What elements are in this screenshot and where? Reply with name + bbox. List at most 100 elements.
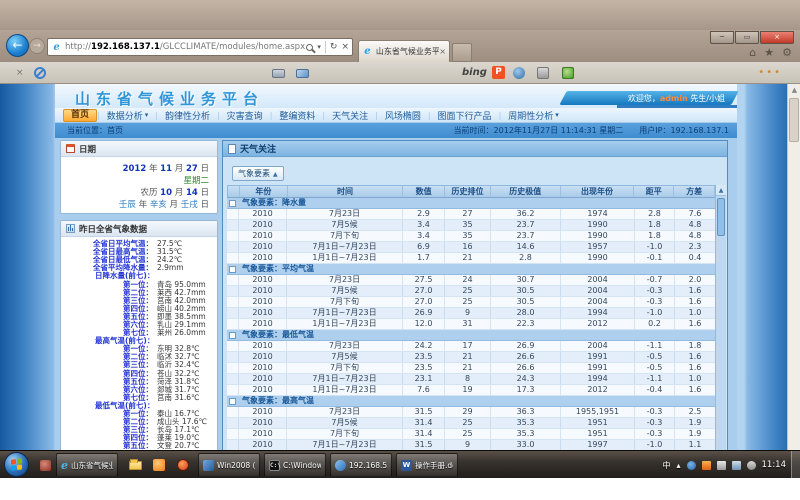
nav-item-7[interactable]: 图面下行产品	[431, 109, 499, 122]
action-center-flag-icon[interactable]	[717, 461, 726, 470]
taskbar-window-2[interactable]: C:\C:\Windows\s...	[264, 453, 326, 477]
forward-button[interactable]: →	[29, 38, 45, 54]
explorer-folder-icon[interactable]	[124, 453, 146, 477]
pinned-app-icon[interactable]	[34, 453, 56, 477]
table-cell: 4.8	[675, 220, 716, 230]
nav-item-3[interactable]: 灾害查询	[220, 109, 270, 122]
table-cell: 2012	[561, 385, 635, 395]
start-button[interactable]	[4, 452, 29, 477]
mail-icon[interactable]	[296, 69, 309, 78]
scrollbar-thumb[interactable]	[789, 98, 799, 142]
table-cell: 1994	[561, 308, 635, 318]
table-group-row[interactable]: 气象要素：平均气温	[227, 264, 716, 275]
panel-scroll-up-icon[interactable]: ▲	[716, 185, 726, 196]
nav-item-0[interactable]: 首页	[63, 109, 97, 122]
tools-icon[interactable]	[537, 67, 549, 79]
home-icon[interactable]: ⌂	[749, 46, 756, 59]
browser-tab[interactable]: e 山东省气候业务平... ×	[358, 40, 450, 62]
window-controls: ─ ▭ ×	[710, 31, 794, 44]
toolbar-close-icon[interactable]: ×	[16, 68, 24, 78]
table-row: 20107月5候31.42535.31951-0.31.9	[227, 418, 716, 429]
table-row: 20107月23日31.52936.31955,1951-0.32.5	[227, 407, 716, 418]
date-panel: 日期 2012 年 11 月 27 日 星期二 农历 10 月 14 日 壬辰 …	[60, 140, 218, 214]
bing-logo[interactable]: bing	[462, 67, 487, 78]
table-row: 20107月下旬3.43523.719901.84.8	[227, 231, 716, 242]
wallet-icon[interactable]	[272, 69, 285, 78]
taskbar-window-1[interactable]: Win2008 (VS2...	[198, 453, 260, 477]
stat-value: 莱州 26.0mm	[157, 329, 206, 337]
network-icon[interactable]	[732, 461, 741, 470]
maximize-button[interactable]: ▭	[735, 31, 759, 44]
minimize-button[interactable]: ─	[710, 31, 734, 44]
refresh-icon[interactable]: ↻	[330, 42, 338, 52]
taskbar-window-4[interactable]: W操作手册.docx ..	[396, 453, 458, 477]
table-group-row[interactable]: 气象要素：最低气温	[227, 330, 716, 341]
volume-icon[interactable]	[747, 461, 756, 470]
table-cell: 33.0	[491, 440, 561, 450]
group-checkbox[interactable]	[229, 200, 236, 207]
tab-close-icon[interactable]: ×	[439, 47, 446, 56]
new-tab-button[interactable]	[452, 43, 472, 62]
app-p-icon[interactable]: P	[492, 66, 505, 79]
pinned-orange-app-icon[interactable]	[148, 453, 170, 477]
group-checkbox[interactable]	[229, 332, 236, 339]
stop-icon[interactable]: ×	[341, 42, 349, 52]
back-button[interactable]: ←	[6, 34, 29, 57]
table-cell: 0.4	[675, 253, 716, 263]
more-options-icon[interactable]: •••	[758, 67, 782, 78]
popup-blocked-icon[interactable]	[34, 67, 46, 79]
table-cell: 4.8	[675, 231, 716, 241]
table-cell: 2010	[239, 242, 287, 252]
table-group-row[interactable]: 气象要素：最高气温	[227, 396, 716, 407]
row-gutter	[227, 253, 239, 263]
table-cell: 1994	[561, 374, 635, 384]
nav-item-5[interactable]: 天气关注	[325, 109, 375, 122]
table-cell: 1.6	[675, 319, 716, 329]
table-cell: 27.0	[403, 286, 445, 296]
nav-item-2[interactable]: 韵律性分析	[158, 109, 217, 122]
lunar-date: 农历 10 月 14 日	[61, 187, 209, 199]
panel-scrollbar[interactable]: ▲ ▼	[715, 185, 726, 476]
favorites-star-icon[interactable]: ★	[764, 46, 774, 59]
taskbar-window-0[interactable]: e山东省气候业...	[56, 453, 118, 477]
address-bar[interactable]: e http://192.168.137.1/GLCCLIMATE/module…	[47, 38, 353, 56]
close-button[interactable]: ×	[760, 31, 794, 44]
date-panel-title: 日期	[79, 143, 96, 155]
table-cell: 1990	[561, 253, 635, 263]
table-cell: -0.7	[635, 275, 675, 285]
table-cell: 29	[445, 407, 491, 417]
chevron-down-icon	[145, 110, 149, 120]
chevron-down-icon[interactable]	[317, 42, 321, 52]
nav-item-8[interactable]: 周期性分析	[501, 109, 566, 122]
table-row: 20107月1日~7月23日23.1824.31994-1.11.0	[227, 374, 716, 385]
panel-scrollbar-thumb[interactable]	[717, 198, 725, 236]
tools-gear-icon[interactable]: ⚙	[782, 46, 792, 59]
group-checkbox[interactable]	[229, 266, 236, 273]
taskbar-window-label: 山东省气候业...	[71, 460, 113, 471]
table-cell: 2010	[239, 418, 287, 428]
tray-app-icon[interactable]	[687, 461, 696, 470]
nav-item-6[interactable]: 风场椭圆	[378, 109, 428, 122]
nav-item-1[interactable]: 数据分析	[100, 109, 156, 122]
table-row: 20107月下旬31.42535.31951-0.31.9	[227, 429, 716, 440]
clock[interactable]: 11:14	[762, 460, 787, 470]
caret-up-icon	[273, 169, 278, 178]
language-indicator[interactable]: 中	[662, 460, 670, 471]
table-cell: 2010	[239, 297, 287, 307]
element-filter-button[interactable]: 气象要素	[232, 166, 284, 181]
scroll-up-icon[interactable]: ▲	[788, 84, 800, 97]
addons-icon[interactable]	[562, 67, 574, 79]
update-icon[interactable]	[702, 461, 711, 470]
camera-icon[interactable]	[513, 67, 525, 79]
browser-scrollbar[interactable]: ▲	[787, 84, 800, 478]
tray-expand-icon[interactable]: ▴	[676, 461, 680, 470]
table-row: 20107月23日27.52430.72004-0.72.0	[227, 275, 716, 286]
group-checkbox[interactable]	[229, 398, 236, 405]
search-icon[interactable]	[306, 44, 313, 51]
show-desktop-button[interactable]	[791, 451, 800, 479]
nav-item-4[interactable]: 整编资料	[272, 109, 322, 122]
table-group-row[interactable]: 气象要素：降水量	[227, 198, 716, 209]
table-cell: 2.5	[675, 407, 716, 417]
media-player-icon[interactable]	[172, 453, 194, 477]
taskbar-window-3[interactable]: 192.168.59.99...	[330, 453, 392, 477]
